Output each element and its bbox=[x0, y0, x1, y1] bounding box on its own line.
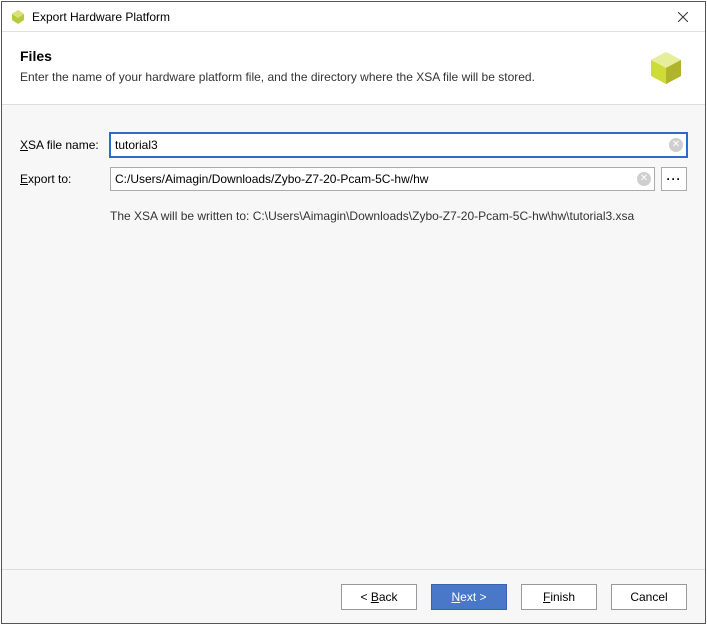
export-to-input[interactable] bbox=[110, 167, 655, 191]
finish-button[interactable]: Finish bbox=[521, 584, 597, 610]
browse-button[interactable]: ··· bbox=[661, 167, 687, 191]
back-button[interactable]: < Back bbox=[341, 584, 417, 610]
wizard-footer: < Back Next > Finish Cancel bbox=[2, 569, 705, 623]
wizard-header-text: Files Enter the name of your hardware pl… bbox=[20, 48, 645, 90]
app-icon bbox=[10, 9, 26, 25]
label-export-to: Export to: bbox=[20, 172, 110, 186]
ellipsis-icon: ··· bbox=[667, 172, 682, 186]
xsa-file-name-input-wrap: ✕ bbox=[110, 133, 687, 157]
cancel-button[interactable]: Cancel bbox=[611, 584, 687, 610]
clear-xsa-icon[interactable]: ✕ bbox=[669, 138, 683, 152]
row-export-to: Export to: ✕ ··· bbox=[20, 167, 687, 191]
page-description: Enter the name of your hardware platform… bbox=[20, 70, 645, 84]
export-to-input-wrap: ✕ bbox=[110, 167, 655, 191]
clear-export-icon[interactable]: ✕ bbox=[637, 172, 651, 186]
page-heading: Files bbox=[20, 48, 645, 64]
xsa-file-name-input[interactable] bbox=[110, 133, 687, 157]
window-title: Export Hardware Platform bbox=[32, 10, 661, 24]
row-xsa-file-name: XSA file name: ✕ bbox=[20, 133, 687, 157]
close-button[interactable] bbox=[661, 2, 705, 32]
titlebar: Export Hardware Platform bbox=[2, 2, 705, 32]
output-path-info: The XSA will be written to: C:\Users\Aim… bbox=[110, 201, 687, 223]
wizard-header: Files Enter the name of your hardware pl… bbox=[2, 32, 705, 105]
dialog-window: Export Hardware Platform Files Enter the… bbox=[1, 1, 706, 624]
vendor-logo-icon bbox=[645, 48, 687, 90]
close-icon bbox=[678, 12, 688, 22]
label-xsa-file-name: XSA file name: bbox=[20, 138, 110, 152]
next-button[interactable]: Next > bbox=[431, 584, 507, 610]
wizard-body: XSA file name: ✕ Export to: ✕ ··· The XS… bbox=[2, 105, 705, 569]
